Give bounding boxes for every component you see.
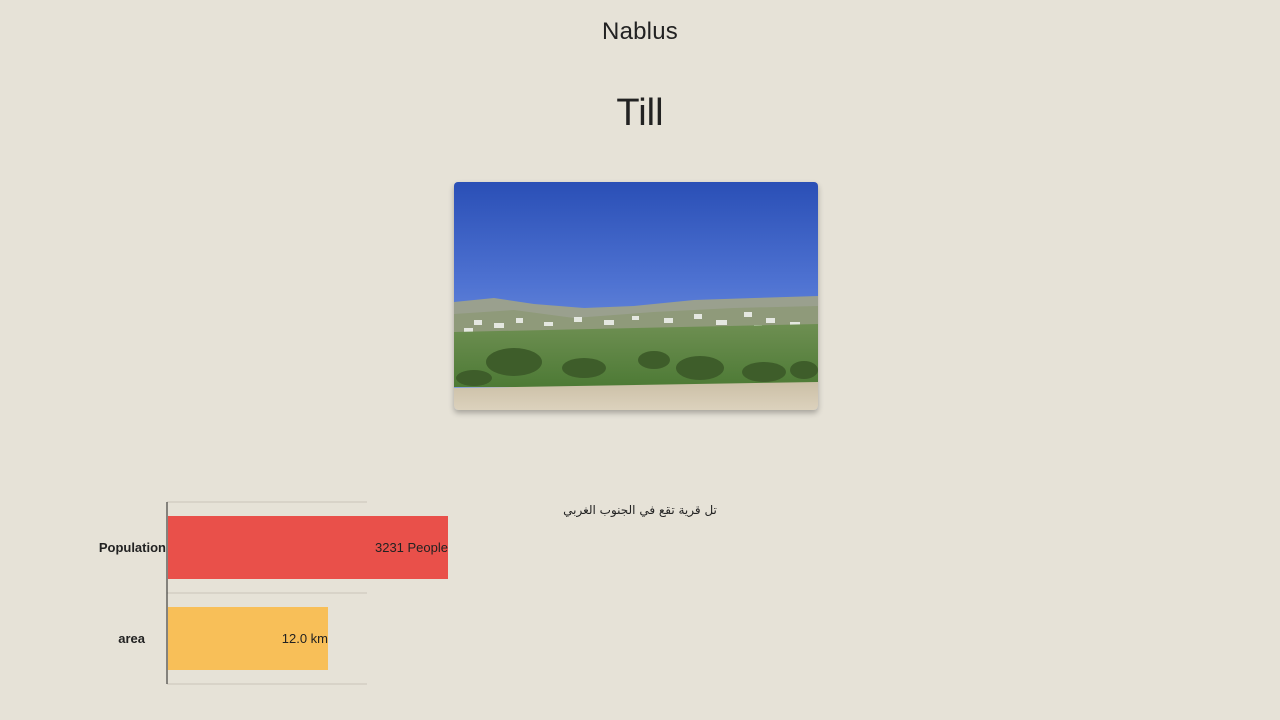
stats-chart-svg bbox=[166, 501, 448, 685]
category-label-population: Population bbox=[98, 539, 166, 555]
value-label-area: 12.0 km bbox=[281, 630, 328, 646]
value-label-population: 3231 People bbox=[374, 539, 448, 555]
page: Nablus Till تل قرية تقع في الجنوب الغربي… bbox=[0, 0, 1280, 720]
category-label-area: area bbox=[118, 630, 145, 646]
